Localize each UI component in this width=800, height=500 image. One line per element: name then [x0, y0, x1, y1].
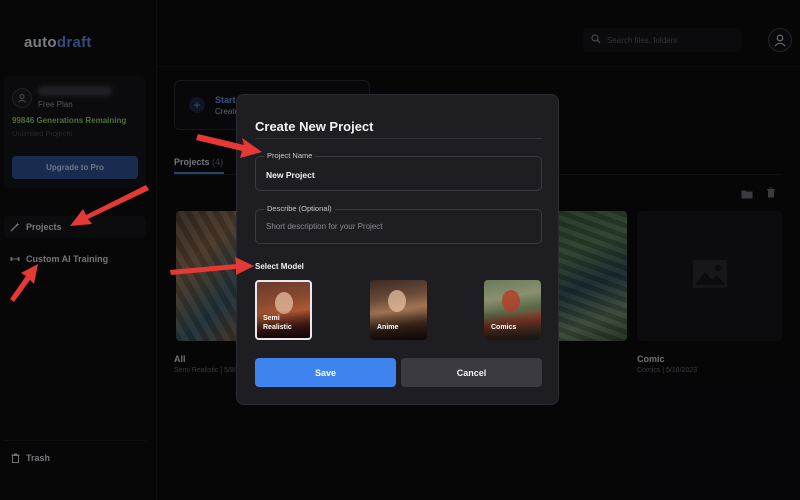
description-input[interactable] [266, 222, 526, 231]
model-label: Anime [377, 324, 399, 331]
modal-title: Create New Project [255, 119, 374, 134]
select-model-label: Select Model [255, 262, 304, 271]
description-field[interactable]: Describe (Optional) [255, 204, 542, 244]
model-label: Comics [491, 324, 517, 331]
model-option-comics[interactable]: Comics [484, 280, 541, 340]
project-name-input[interactable]: New Project [266, 170, 315, 180]
model-option-semi-realistic[interactable]: Semi Realistic [255, 280, 312, 340]
save-button[interactable]: Save [255, 358, 396, 387]
field-label: Project Name [264, 151, 316, 160]
model-preview-image [502, 290, 520, 312]
model-preview-image [388, 290, 406, 312]
field-label: Describe (Optional) [264, 204, 335, 213]
cancel-button[interactable]: Cancel [401, 358, 542, 387]
create-project-modal: Create New Project Project Name New Proj… [236, 94, 559, 405]
model-option-anime[interactable]: Anime [370, 280, 427, 340]
model-label: Semi Realistic [263, 315, 292, 331]
project-name-field[interactable]: Project Name New Project [255, 151, 542, 191]
divider [255, 138, 542, 139]
